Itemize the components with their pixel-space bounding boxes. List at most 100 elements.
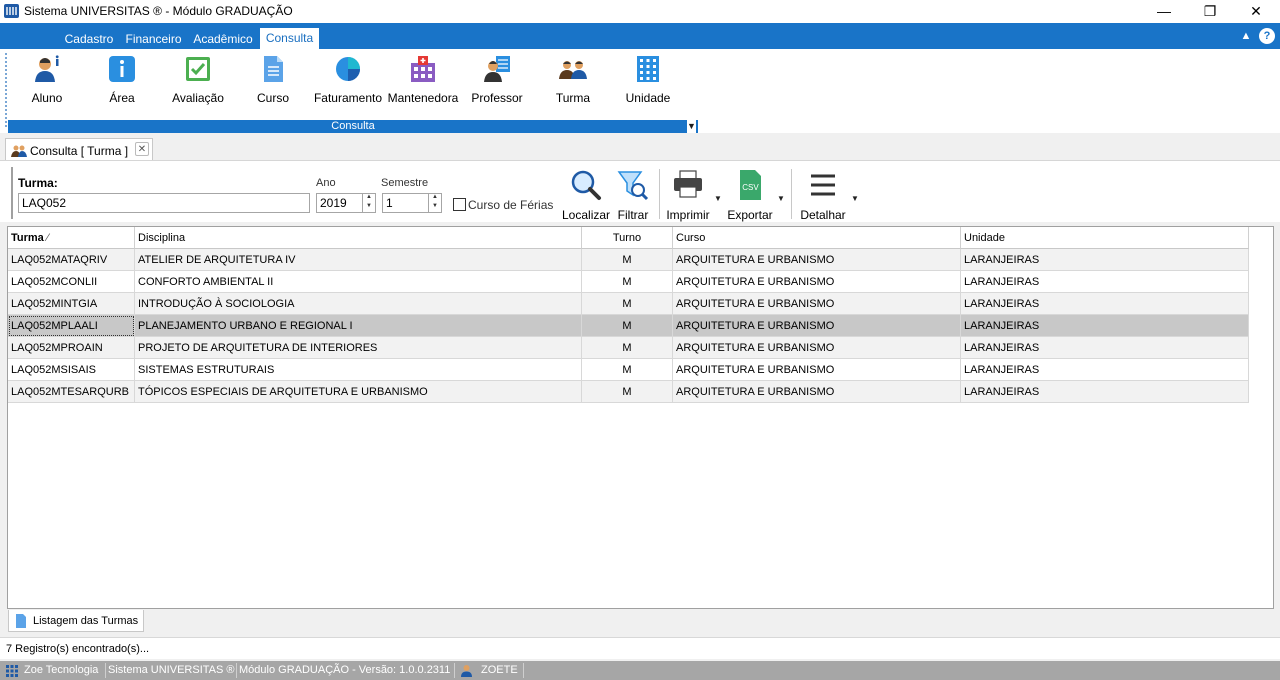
cell-turma[interactable]: LAQ052MSISAIS bbox=[8, 359, 135, 381]
cell-turno[interactable]: M bbox=[582, 271, 673, 293]
turma-input[interactable] bbox=[18, 193, 310, 213]
table-row[interactable]: LAQ052MPLAALI PLANEJAMENTO URBANO E REGIO… bbox=[8, 315, 1249, 337]
ribbon-button-label: Turma bbox=[555, 91, 591, 105]
filtrar-button[interactable]: Filtrar bbox=[613, 169, 653, 222]
records-count: 7 Registro(s) encontrado(s)... bbox=[6, 643, 150, 655]
table-row[interactable]: LAQ052MPROAIN PROJETO DE ARQUITETURA DE I… bbox=[8, 337, 1249, 359]
cell-curso[interactable]: ARQUITETURA E URBANISMO bbox=[673, 271, 961, 293]
cell-unidade[interactable]: LARANJEIRAS bbox=[961, 271, 1249, 293]
restore-button[interactable]: ❐ bbox=[1187, 0, 1233, 23]
column-header-disciplina[interactable]: Disciplina bbox=[135, 227, 582, 249]
building-icon bbox=[637, 56, 659, 82]
spin-down-icon[interactable]: ▼ bbox=[363, 202, 375, 211]
help-icon[interactable]: ? bbox=[1259, 28, 1275, 44]
table-row[interactable]: LAQ052MINTGIA INTRODUÇÃO À SOCIOLOGIA M ARQ… bbox=[8, 293, 1249, 315]
detalhar-label: Detalhar bbox=[800, 208, 846, 222]
ribbon-button-mantenedora[interactable]: Mantenedora bbox=[386, 55, 460, 107]
cell-turma[interactable]: LAQ052MTESARQURB bbox=[8, 381, 135, 403]
ribbon-button-avaliacao[interactable]: Avaliação bbox=[161, 55, 235, 107]
column-header-curso[interactable]: Curso bbox=[673, 227, 961, 249]
doc-tab-label: Consulta [ Turma ] bbox=[30, 144, 129, 158]
cell-disciplina[interactable]: SISTEMAS ESTRUTURAIS bbox=[135, 359, 582, 381]
detalhar-dropdown-icon[interactable]: ▼ bbox=[851, 194, 859, 203]
cell-unidade[interactable]: LARANJEIRAS bbox=[961, 359, 1249, 381]
minimize-button[interactable]: — bbox=[1141, 0, 1187, 23]
spin-down-icon[interactable]: ▼ bbox=[429, 202, 441, 211]
cell-turma[interactable]: LAQ052MATAQRIV bbox=[8, 249, 135, 271]
cell-unidade[interactable]: LARANJEIRAS bbox=[961, 337, 1249, 359]
cell-turma[interactable]: LAQ052MCONLII bbox=[8, 271, 135, 293]
cell-curso[interactable]: ARQUITETURA E URBANISMO bbox=[673, 381, 961, 403]
imprimir-button[interactable]: Imprimir bbox=[663, 169, 713, 222]
cell-unidade[interactable]: LARANJEIRAS bbox=[961, 381, 1249, 403]
ribbon-button-curso[interactable]: Curso bbox=[236, 55, 310, 107]
ribbon-button-turma[interactable]: Turma bbox=[536, 55, 610, 107]
table-row[interactable]: LAQ052MATAQRIV ATELIER DE ARQUITETURA IV M… bbox=[8, 249, 1249, 271]
spin-up-icon[interactable]: ▲ bbox=[363, 193, 375, 202]
cell-turno[interactable]: M bbox=[582, 359, 673, 381]
cell-turno[interactable]: M bbox=[582, 381, 673, 403]
cell-disciplina[interactable]: PLANEJAMENTO URBANO E REGIONAL I bbox=[135, 315, 582, 337]
exportar-dropdown-icon[interactable]: ▼ bbox=[777, 194, 785, 203]
detalhar-button[interactable]: Detalhar bbox=[797, 169, 849, 222]
svg-text:CSV: CSV bbox=[742, 183, 759, 192]
status-user: ZOETE bbox=[481, 664, 518, 676]
cell-disciplina[interactable]: PROJETO DE ARQUITETURA DE INTERIORES bbox=[135, 337, 582, 359]
tab-consulta-turma[interactable]: Consulta [ Turma ] ✕ bbox=[5, 138, 153, 160]
cell-curso[interactable]: ARQUITETURA E URBANISMO bbox=[673, 249, 961, 271]
ribbon-button-aluno[interactable]: Aluno bbox=[10, 55, 84, 107]
cell-curso[interactable]: ARQUITETURA E URBANISMO bbox=[673, 315, 961, 337]
ribbon-button-area[interactable]: Área bbox=[85, 55, 159, 107]
cell-turma[interactable]: LAQ052MPLAALI bbox=[8, 315, 135, 337]
turma-label: Turma: bbox=[18, 176, 58, 190]
ribbon-button-professor[interactable]: Professor bbox=[460, 55, 534, 107]
cell-curso[interactable]: ARQUITETURA E URBANISMO bbox=[673, 359, 961, 381]
close-tab-icon[interactable]: ✕ bbox=[135, 142, 149, 156]
turmas-grid[interactable]: Turma ⁄ Disciplina Turno Curso Unidade L… bbox=[7, 226, 1274, 609]
cell-turma[interactable]: LAQ052MPROAIN bbox=[8, 337, 135, 359]
tab-cadastro[interactable]: Cadastro bbox=[58, 30, 120, 49]
cell-turno[interactable]: M bbox=[582, 315, 673, 337]
localizar-button[interactable]: Localizar bbox=[562, 169, 610, 222]
cell-curso[interactable]: ARQUITETURA E URBANISMO bbox=[673, 337, 961, 359]
filter-panel: Turma: Ano ▲▼ Semestre ▲▼ Curso de Féria… bbox=[0, 160, 1280, 222]
cell-disciplina[interactable]: CONFORTO AMBIENTAL II bbox=[135, 271, 582, 293]
cell-unidade[interactable]: LARANJEIRAS bbox=[961, 315, 1249, 337]
ribbon-button-faturamento[interactable]: Faturamento bbox=[311, 55, 385, 107]
column-header-unidade[interactable]: Unidade bbox=[961, 227, 1249, 249]
table-row[interactable]: LAQ052MCONLII CONFORTO AMBIENTAL II M ARQUI… bbox=[8, 271, 1249, 293]
cell-turma[interactable]: LAQ052MINTGIA bbox=[8, 293, 135, 315]
ribbon-button-unidade[interactable]: Unidade bbox=[611, 55, 685, 107]
user-icon bbox=[461, 665, 472, 677]
tab-consulta[interactable]: Consulta bbox=[260, 28, 319, 49]
curso-ferias-checkbox[interactable] bbox=[453, 198, 466, 211]
column-header-turma[interactable]: Turma ⁄ bbox=[8, 227, 135, 249]
cell-curso[interactable]: ARQUITETURA E URBANISMO bbox=[673, 293, 961, 315]
cell-turno[interactable]: M bbox=[582, 293, 673, 315]
cell-turno[interactable]: M bbox=[582, 337, 673, 359]
tab-financeiro[interactable]: Financeiro bbox=[122, 30, 185, 49]
tab-academico[interactable]: Acadêmico bbox=[189, 30, 257, 49]
table-row[interactable]: LAQ052MSISAIS SISTEMAS ESTRUTURAIS M ARQUIT… bbox=[8, 359, 1249, 381]
cell-disciplina[interactable]: ATELIER DE ARQUITETURA IV bbox=[135, 249, 582, 271]
imprimir-dropdown-icon[interactable]: ▼ bbox=[714, 194, 722, 203]
exportar-button[interactable]: CSV Exportar bbox=[725, 169, 775, 222]
semestre-spinner[interactable]: ▲ ▼ bbox=[428, 193, 441, 213]
cell-disciplina[interactable]: TÓPICOS ESPECIAIS DE ARQUITETURA E URBAN… bbox=[135, 381, 582, 403]
sort-indicator-icon: ⁄ bbox=[46, 232, 49, 244]
status-company: Zoe Tecnologia bbox=[24, 664, 99, 676]
cell-unidade[interactable]: LARANJEIRAS bbox=[961, 293, 1249, 315]
collapse-ribbon-icon[interactable]: ▲ bbox=[1238, 28, 1254, 44]
column-header-turno[interactable]: Turno bbox=[582, 227, 673, 249]
close-window-button[interactable]: ✕ bbox=[1233, 0, 1279, 23]
table-row[interactable]: LAQ052MTESARQURB TÓPICOS ESPECIAIS DE ARQ… bbox=[8, 381, 1249, 403]
cell-unidade[interactable]: LARANJEIRAS bbox=[961, 249, 1249, 271]
cell-turno[interactable]: M bbox=[582, 249, 673, 271]
localizar-label: Localizar bbox=[562, 208, 611, 222]
group-icon bbox=[559, 61, 587, 79]
tab-listagem-turmas[interactable]: Listagem das Turmas bbox=[8, 610, 144, 632]
ano-spinner[interactable]: ▲ ▼ bbox=[362, 193, 375, 213]
ribbon-options-dropdown-icon[interactable]: ▼ bbox=[687, 120, 696, 133]
cell-disciplina[interactable]: INTRODUÇÃO À SOCIOLOGIA bbox=[135, 293, 582, 315]
spin-up-icon[interactable]: ▲ bbox=[429, 193, 441, 202]
